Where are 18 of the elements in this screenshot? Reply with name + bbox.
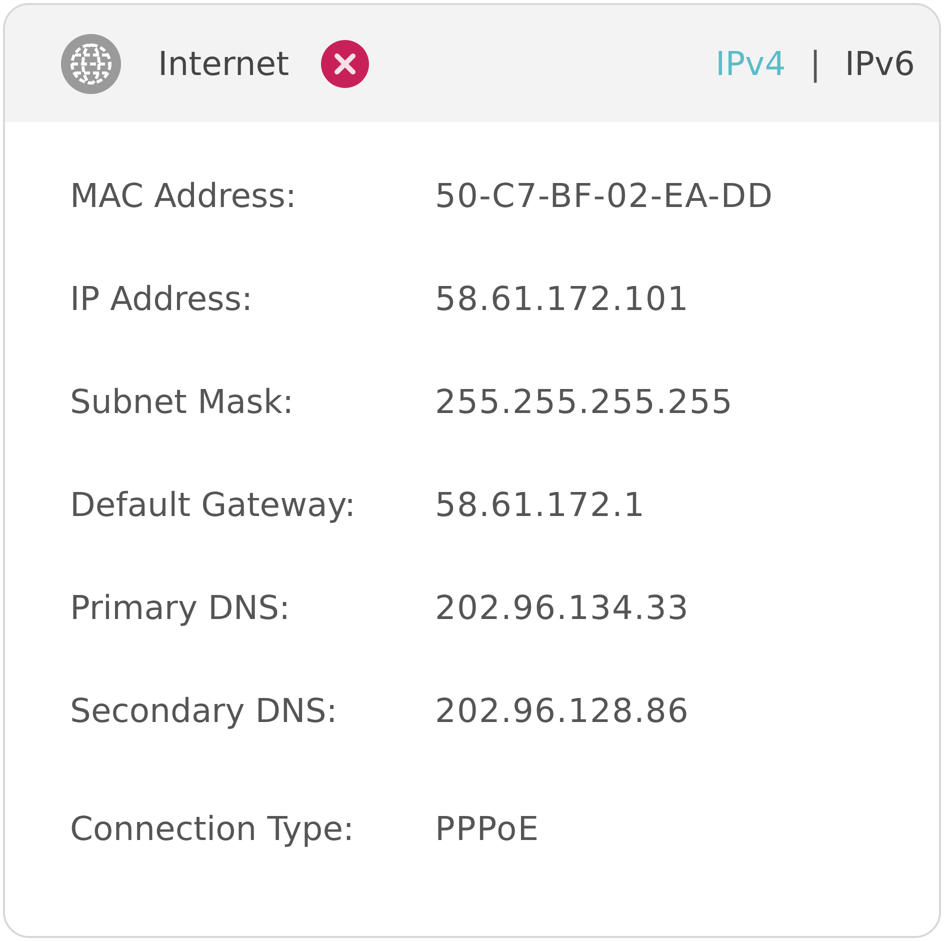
globe-icon bbox=[61, 34, 121, 94]
field-value: 58.61.172.1 bbox=[435, 485, 646, 524]
field-label: Default Gateway: bbox=[70, 485, 357, 524]
field-value: 202.96.134.33 bbox=[435, 588, 690, 627]
field-value: 202.96.128.86 bbox=[435, 691, 690, 730]
field-label: Subnet Mask: bbox=[70, 382, 295, 421]
tab-separator: | bbox=[810, 44, 821, 83]
field-label: Primary DNS: bbox=[70, 588, 292, 627]
field-label: IP Address: bbox=[70, 279, 254, 318]
card-title: Internet bbox=[158, 44, 290, 83]
protocol-tab[interactable]: IPv6 bbox=[844, 44, 915, 83]
field-label: Connection Type: bbox=[70, 809, 356, 848]
field-value: PPPoE bbox=[435, 809, 541, 848]
field-value: 255.255.255.255 bbox=[435, 382, 734, 421]
field-label: Secondary DNS: bbox=[70, 691, 338, 730]
field-value: 50-C7-BF-02-EA-DD bbox=[435, 176, 775, 215]
field-value: 58.61.172.101 bbox=[435, 279, 690, 318]
field-label: MAC Address: bbox=[70, 176, 298, 215]
